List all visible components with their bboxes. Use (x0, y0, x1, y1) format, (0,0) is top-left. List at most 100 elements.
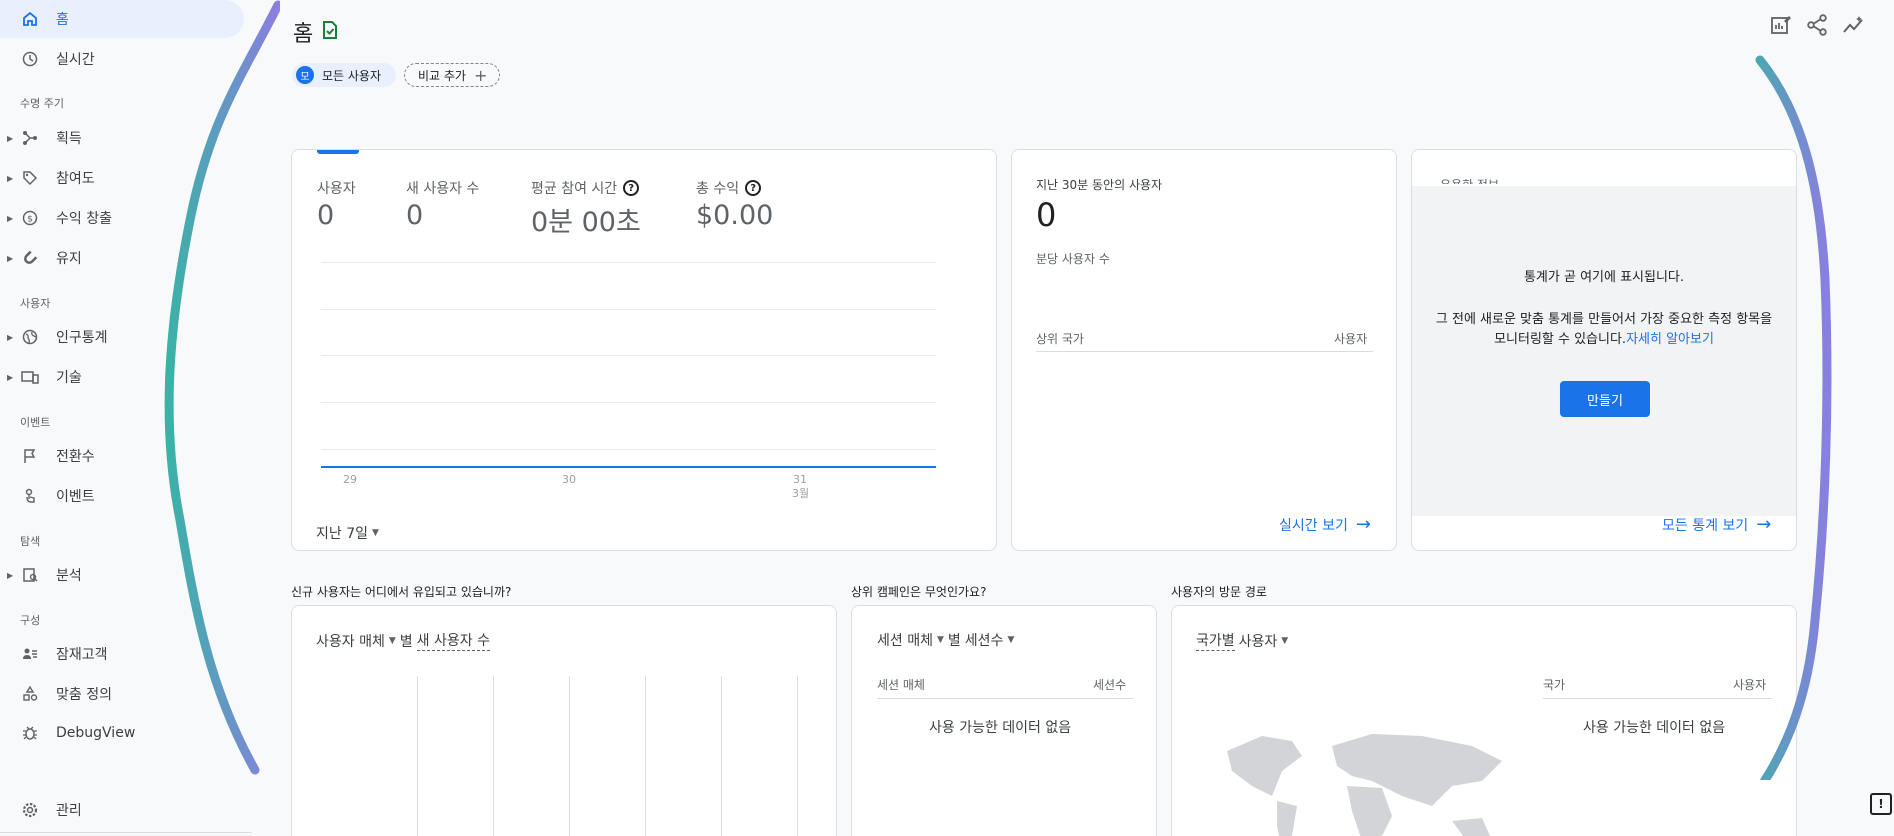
sidebar-item-acquisition[interactable]: ▶ 획득 (0, 119, 244, 157)
col-header-users: 사용자 (1733, 678, 1767, 692)
link-label: 실시간 보기 (1279, 517, 1348, 534)
table-rule (1543, 698, 1772, 699)
kpi-value: 0 (406, 200, 424, 231)
campaign-dimension-selector[interactable]: 세션 매체 ▼ 별 세션수 ▼ (877, 630, 1018, 650)
users-series-line (321, 466, 936, 468)
insights-body: 통계가 곧 여기에 표시됩니다. 그 전에 새로운 맞춤 통계를 만들어서 가장… (1412, 186, 1796, 516)
flag-icon (20, 446, 40, 466)
campaign-card: 세션 매체 ▼ 별 세션수 ▼ 세션 매체 세션수 사용 가능한 데이터 없음 (851, 605, 1157, 836)
kpi-label-row: 총 수익? (696, 178, 773, 198)
table-rule (1036, 351, 1373, 352)
table-rule (877, 698, 1133, 699)
kpi-total-revenue[interactable]: 총 수익? $0.00 (696, 178, 773, 231)
col-header-country: 국가 (1543, 678, 1566, 692)
selected-tab-indicator (317, 150, 359, 154)
sidebar-item-conversions[interactable]: 전환수 (0, 437, 244, 475)
date-range-selector[interactable]: 지난 7일 ▼ (316, 523, 383, 543)
sidebar-item-engagement[interactable]: ▶ 참여도 (0, 159, 244, 197)
metric-label: 사용자 (1238, 633, 1278, 650)
add-comparison-label: 비교 추가 (418, 68, 466, 83)
insights-icon[interactable] (1842, 14, 1866, 38)
section-title-acquisition: 신규 사용자는 어디에서 유입되고 있습니까? (291, 585, 512, 599)
metric-label: 세션수 (964, 633, 1004, 649)
sidebar-item-label: 맞춤 정의 (56, 687, 112, 703)
help-icon[interactable]: ? (745, 180, 762, 196)
learn-more-link[interactable]: 자세히 알아보기 (1626, 332, 1714, 347)
kpi-label: 사용자 (317, 181, 356, 197)
sidebar-item-realtime[interactable]: 실시간 (0, 40, 244, 78)
kpi-new-users[interactable]: 새 사용자 수 0 (406, 178, 479, 231)
share-icon[interactable] (1806, 14, 1830, 38)
gear-icon (20, 800, 40, 820)
geo-dimension-selector[interactable]: 국가별 사용자 ▼ (1196, 630, 1292, 651)
dropdown-arrow-icon: ▼ (1281, 635, 1289, 646)
sidebar-item-home[interactable]: 홈 (0, 0, 244, 38)
realtime-title: 지난 30분 동안의 사용자 (1036, 178, 1163, 192)
explore-icon (20, 565, 40, 585)
link-label: 모든 통계 보기 (1662, 517, 1749, 534)
shapes-icon (20, 684, 40, 704)
x-tick-label: 30 (562, 473, 576, 486)
help-icon[interactable]: ? (623, 180, 640, 196)
sidebar-item-label: 획득 (56, 131, 82, 147)
expand-caret-icon: ▶ (7, 213, 14, 223)
sidebar-item-retention[interactable]: ▶ 유지 (0, 239, 244, 277)
x-tick-label: 29 (343, 473, 357, 486)
sidebar-item-monetization[interactable]: ▶ $ 수익 창출 (0, 199, 244, 237)
expand-caret-icon: ▶ (7, 372, 14, 382)
gridline (321, 449, 936, 450)
insights-heading: 통계가 곧 여기에 표시됩니다. (1523, 270, 1685, 285)
date-range-label: 지난 7일 (316, 526, 368, 542)
metric-label[interactable]: 새 사용자 수 (416, 630, 490, 651)
x-month-label: 3월 (792, 487, 810, 500)
dropdown-arrow-icon: ▼ (1007, 635, 1015, 645)
sidebar-item-audiences[interactable]: 잠재고객 (0, 635, 244, 673)
kpi-users[interactable]: 사용자 0 (317, 178, 356, 231)
insights-text: 그 전에 새로운 맞춤 통계를 만들어서 가장 중요한 측정 항목을 모니터링할… (1432, 310, 1776, 350)
section-label-configure: 구성 (20, 614, 41, 627)
verified-report-icon[interactable] (321, 20, 339, 44)
kpi-label: 평균 참여 시간 (531, 181, 618, 197)
edit-report-icon[interactable] (1770, 14, 1794, 38)
kpi-avg-engagement[interactable]: 평균 참여 시간? 0분 00초 (531, 178, 641, 239)
plus-icon: + (473, 65, 488, 85)
gridline (321, 262, 936, 263)
sidebar-item-analysis[interactable]: ▶ 분석 (0, 556, 244, 594)
col-header-metric: 세션수 (1093, 678, 1127, 692)
kpi-value: 0분 00초 (531, 207, 641, 238)
create-insight-button[interactable]: 만들기 (1560, 381, 1650, 417)
sidebar-item-demographics[interactable]: ▶ 인구통계 (0, 318, 244, 356)
gridline (721, 676, 722, 836)
feedback-icon[interactable]: ! (1870, 793, 1892, 815)
sidebar-item-label: 기술 (56, 370, 82, 386)
acquisition-dimension-selector[interactable]: 사용자 매체 ▼ 별 새 사용자 수 (316, 630, 490, 651)
sidebar-item-tech[interactable]: ▶ 기술 (0, 358, 244, 396)
acquisition-card: 사용자 매체 ▼ 별 새 사용자 수 (291, 605, 837, 836)
realtime-card: 지난 30분 동안의 사용자 0 분당 사용자 수 상위 국가 사용자 실시간 … (1011, 149, 1397, 551)
geo-card: 국가별 사용자 ▼ 국가 사용자 사용 가능한 데이터 없음 (1171, 605, 1797, 836)
col-header-users: 사용자 (1334, 332, 1368, 346)
sidebar-item-events[interactable]: 이벤트 (0, 477, 244, 515)
dropdown-arrow-icon: ▼ (936, 635, 944, 645)
by-label: 별 (399, 633, 413, 650)
view-all-insights-link[interactable]: 모든 통계 보기 → (1662, 514, 1771, 535)
tag-icon (20, 168, 40, 188)
dimension-label: 사용자 매체 (316, 633, 385, 650)
devices-icon (20, 367, 40, 387)
view-realtime-link[interactable]: 실시간 보기 → (1279, 514, 1371, 535)
add-comparison-button[interactable]: 비교 추가 + (404, 63, 500, 87)
sidebar-item-label: 인구통계 (56, 330, 108, 346)
gridline (321, 402, 936, 403)
kpi-value: 0 (317, 200, 335, 231)
sidebar-item-label: 홈 (56, 12, 69, 28)
home-icon (20, 9, 40, 29)
expand-caret-icon: ▶ (7, 570, 14, 580)
sidebar-item-admin[interactable]: 관리 (0, 791, 244, 829)
world-map[interactable] (1222, 726, 1522, 836)
magnet-icon (20, 248, 40, 268)
sidebar-item-custom-definitions[interactable]: 맞춤 정의 (0, 675, 244, 713)
sidebar-item-debugview[interactable]: DebugView (0, 714, 244, 752)
kpi-label: 새 사용자 수 (406, 181, 480, 197)
clock-icon (20, 49, 40, 69)
segment-chip[interactable]: 모 모든 사용자 (292, 63, 396, 87)
